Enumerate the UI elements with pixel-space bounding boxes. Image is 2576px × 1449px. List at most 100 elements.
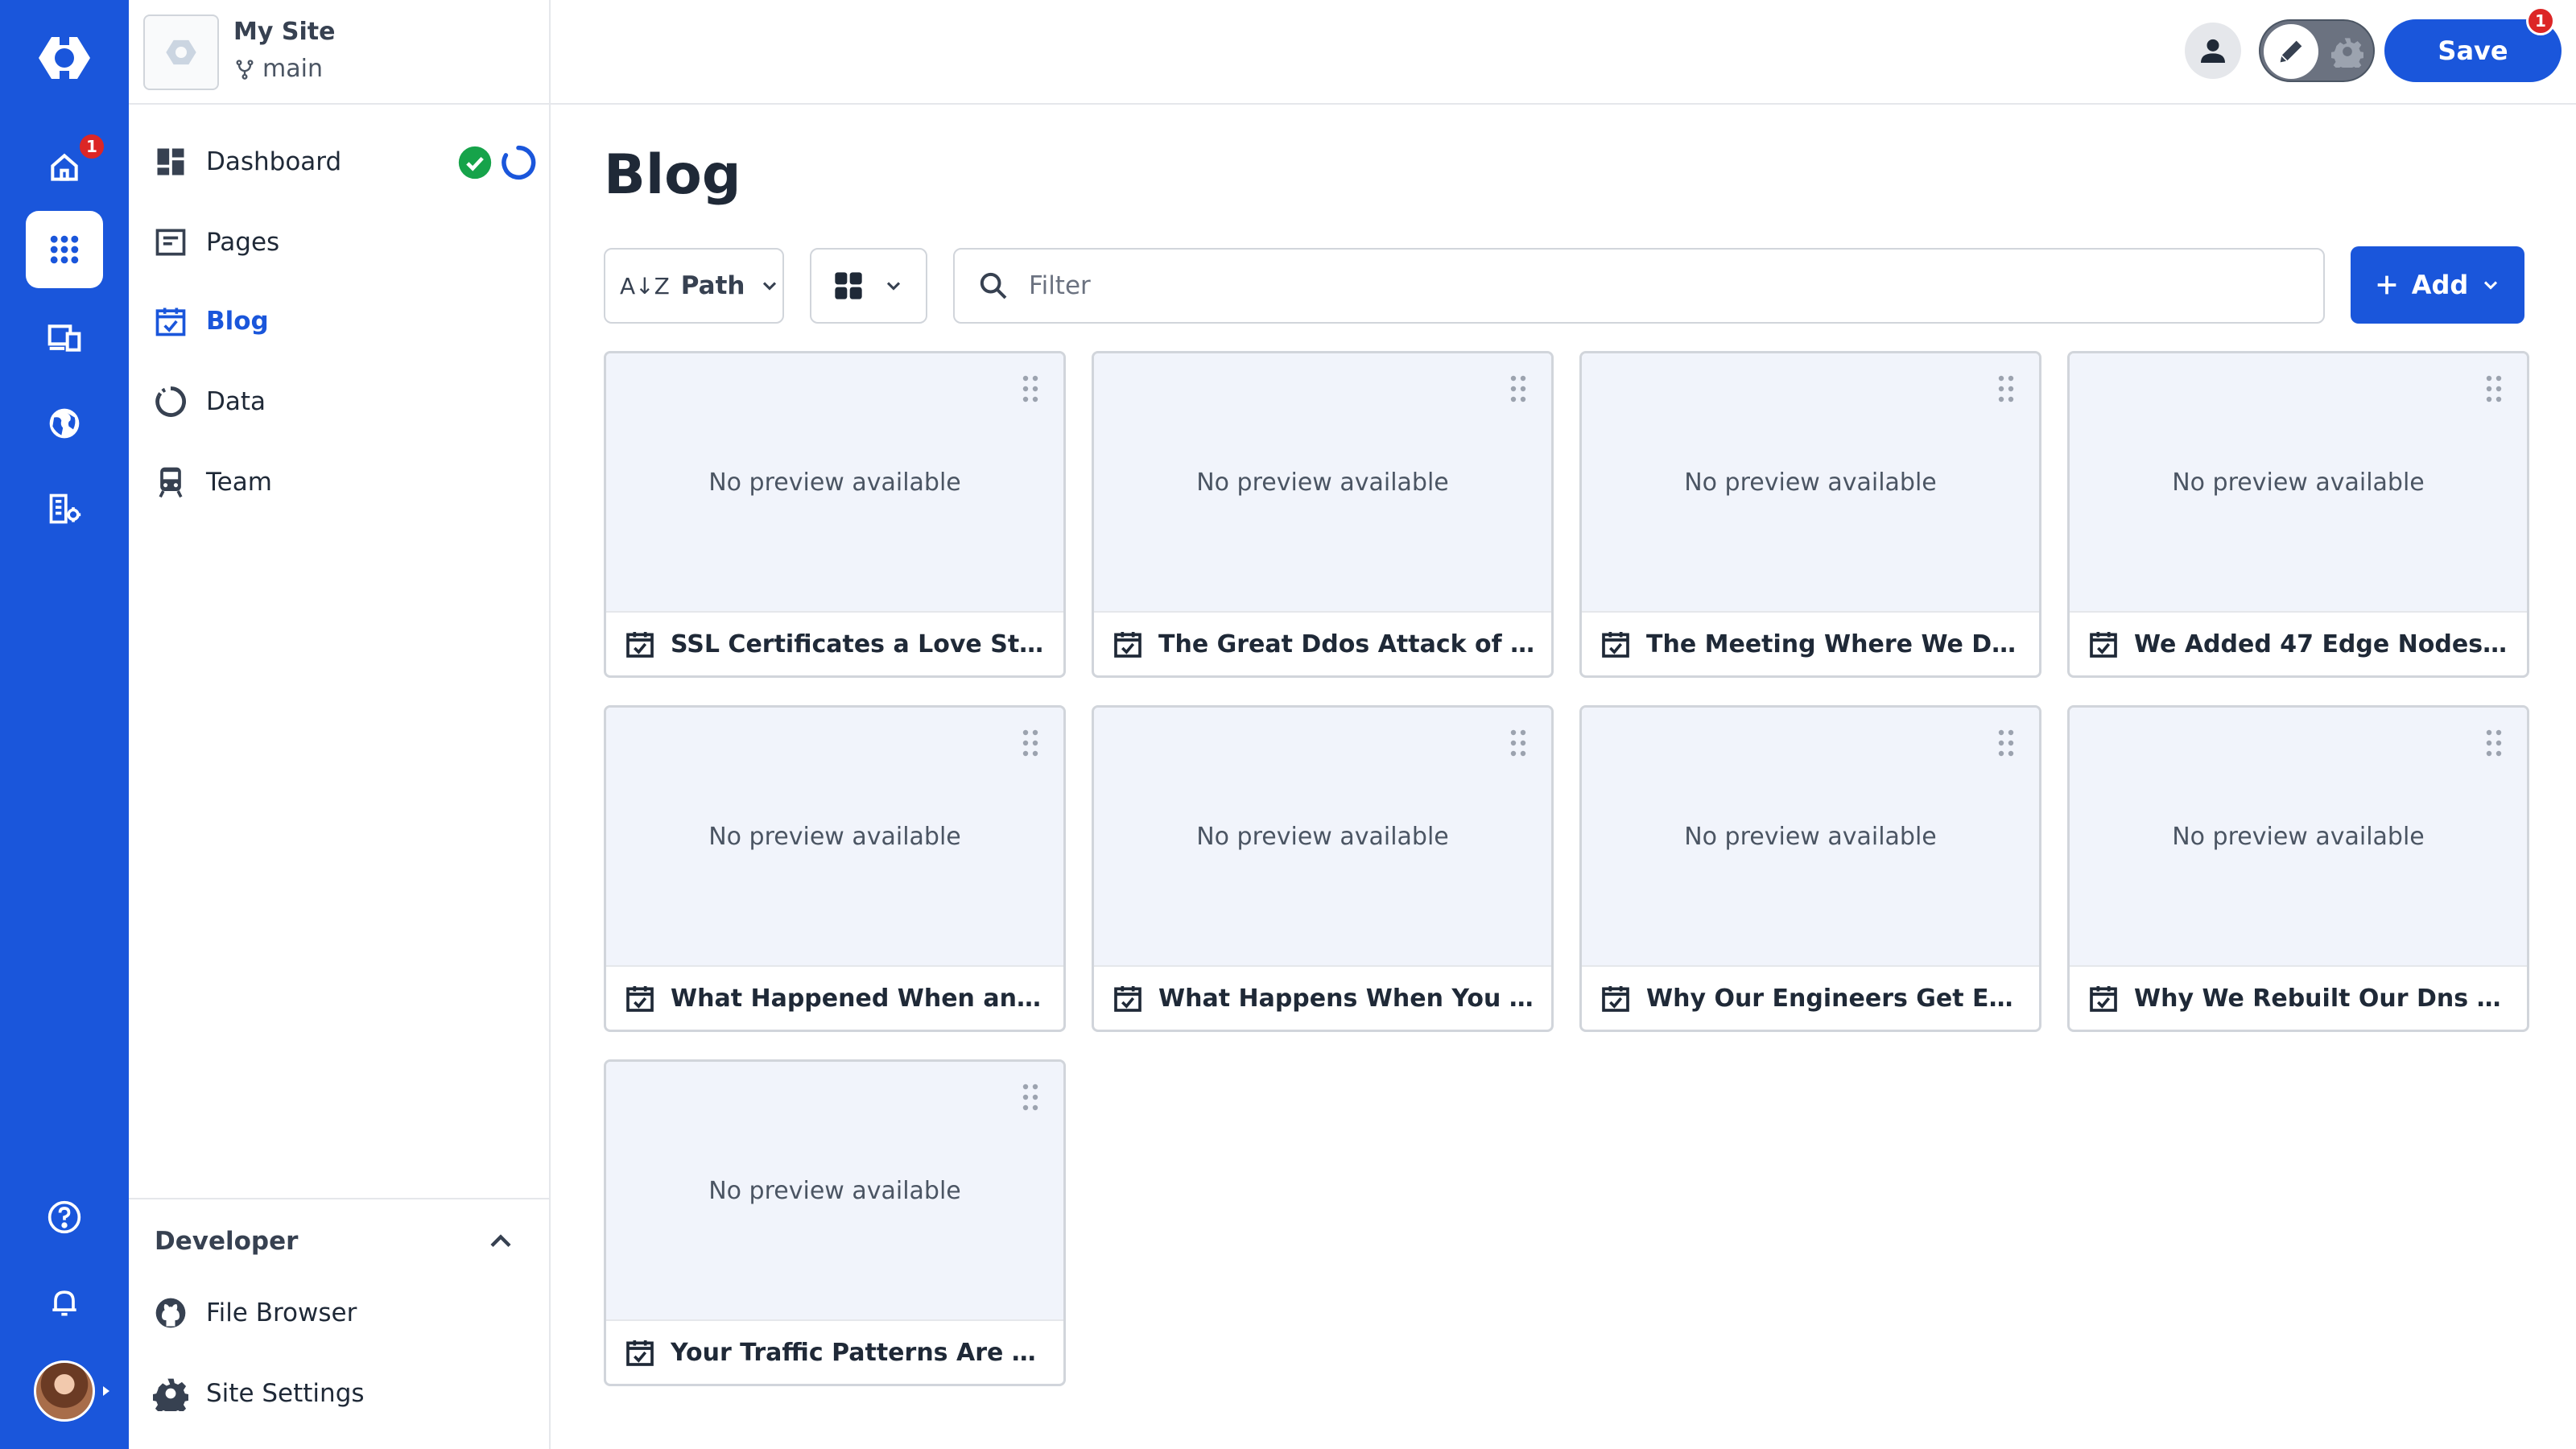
rail-help-button[interactable]	[26, 1179, 103, 1256]
sidebar-item-blog[interactable]: Blog	[153, 293, 531, 349]
user-icon	[2201, 39, 2225, 63]
view-mode-dropdown-button[interactable]	[810, 248, 927, 324]
drag-handle-icon[interactable]	[2485, 374, 2503, 403]
sidebar-item-data[interactable]: Data	[153, 374, 531, 430]
rail-home-button[interactable]: 1	[26, 129, 106, 206]
sidebar-item-label: Site Settings	[206, 1379, 365, 1408]
add-button[interactable]: Add	[2351, 246, 2524, 324]
developer-section: Developer File Browser Site Settings	[129, 1198, 551, 1411]
blog-card[interactable]: No preview available Why We Rebuilt Our D…	[2067, 705, 2529, 1032]
drag-handle-icon[interactable]	[2485, 729, 2503, 758]
divider	[129, 103, 551, 105]
card-preview: No preview available	[606, 708, 1063, 965]
preview-placeholder-text: No preview available	[2172, 468, 2425, 497]
sort-az-icon: A↓Z	[620, 272, 670, 299]
site-name: My Site	[233, 18, 336, 46]
preview-placeholder-text: No preview available	[708, 822, 961, 851]
card-footer: Your Traffic Patterns Are Mor...	[606, 1319, 1063, 1384]
blog-card[interactable]: No preview available The Meeting Where We…	[1579, 351, 2041, 678]
chevron-up-icon[interactable]	[483, 1224, 518, 1259]
card-footer: Why Our Engineers Get Excit...	[1582, 965, 2039, 1030]
preview-placeholder-text: No preview available	[2172, 822, 2425, 851]
card-title: SSL Certificates a Love Story ...	[671, 630, 1049, 658]
developer-section-title: Developer	[155, 1227, 299, 1256]
blog-card[interactable]: No preview available We Added 47 Edge Nod…	[2067, 351, 2529, 678]
card-footer: The Great Ddos Attack of Las...	[1094, 611, 1551, 675]
calendar-check-icon	[2090, 986, 2117, 1012]
pencil-icon	[2280, 40, 2302, 63]
card-preview: No preview available	[1582, 708, 2039, 965]
user-avatar[interactable]	[34, 1360, 95, 1422]
blog-card[interactable]: No preview available What Happens When Yo…	[1092, 705, 1554, 1032]
drag-handle-icon[interactable]	[1509, 374, 1527, 403]
blog-card[interactable]: No preview available Your Traffic Pattern…	[604, 1059, 1066, 1386]
header-divider	[551, 103, 2576, 105]
drag-handle-icon[interactable]	[1997, 729, 2015, 758]
card-preview: No preview available	[1094, 353, 1551, 611]
card-footer: Why We Rebuilt Our Dns Res...	[2070, 965, 2527, 1030]
sidebar-item-label: Dashboard	[206, 147, 342, 176]
sort-dropdown-button[interactable]: A↓Z Path	[604, 248, 784, 324]
site-thumbnail	[143, 14, 219, 90]
preview-placeholder-text: No preview available	[1684, 822, 1937, 851]
filter-input[interactable]	[1029, 271, 2236, 300]
sidebar: My Site main Dashboard Pages Blog Data T…	[129, 0, 551, 1449]
rail-apps-button[interactable]	[26, 211, 103, 288]
drag-handle-icon[interactable]	[1022, 729, 1039, 758]
calendar-check-icon	[626, 1340, 654, 1366]
sidebar-item-file-browser[interactable]: File Browser	[153, 1285, 531, 1341]
card-footer: SSL Certificates a Love Story ...	[606, 611, 1063, 675]
calendar-check-icon	[1602, 632, 1629, 658]
blog-card[interactable]: No preview available What Happened When a…	[604, 705, 1066, 1032]
save-notification-badge: 1	[2526, 6, 2555, 35]
app-logo-icon[interactable]	[35, 32, 93, 84]
card-preview: No preview available	[2070, 708, 2527, 965]
card-preview: No preview available	[606, 1062, 1063, 1319]
preview-placeholder-text: No preview available	[1196, 822, 1449, 851]
team-icon	[159, 467, 183, 498]
rail-devices-button[interactable]	[26, 299, 103, 377]
calendar-check-icon	[626, 986, 654, 1012]
card-footer: What Happened When an En...	[606, 965, 1063, 1030]
drag-handle-icon[interactable]	[1022, 1083, 1039, 1112]
card-title: The Great Ddos Attack of Las...	[1158, 630, 1537, 658]
branch-name: main	[262, 55, 323, 83]
calendar-check-icon	[1602, 986, 1629, 1012]
site-header[interactable]: My Site main	[143, 14, 538, 90]
rail-building-settings-button[interactable]	[26, 470, 103, 547]
blog-card[interactable]: No preview available The Great Ddos Attac…	[1092, 351, 1554, 678]
drag-handle-icon[interactable]	[1022, 374, 1039, 403]
card-title: The Meeting Where We Deci...	[1646, 630, 2025, 658]
rail-globe-button[interactable]	[26, 385, 103, 462]
site-branch: main	[233, 55, 323, 83]
drag-handle-icon[interactable]	[1997, 374, 2015, 403]
edit-mode-toggle[interactable]	[2259, 19, 2375, 82]
blog-card[interactable]: No preview available Why Our Engineers Ge…	[1579, 705, 2041, 1032]
sidebar-item-pages[interactable]: Pages	[153, 214, 531, 270]
card-title: Your Traffic Patterns Are Mor...	[671, 1338, 1049, 1367]
gear-icon	[153, 1378, 188, 1411]
filter-field[interactable]	[953, 248, 2325, 324]
sidebar-item-label: Pages	[206, 228, 280, 257]
page-title: Blog	[604, 143, 741, 207]
app-rail: 1	[0, 0, 129, 1449]
bell-icon	[52, 1290, 76, 1316]
rail-notifications-button[interactable]	[26, 1264, 103, 1341]
user-menu-button[interactable]	[2185, 23, 2241, 79]
sidebar-item-dashboard[interactable]: Dashboard	[153, 134, 536, 190]
page-icon	[155, 229, 186, 256]
sidebar-item-team[interactable]: Team	[153, 454, 531, 510]
drag-handle-icon[interactable]	[1509, 729, 1527, 758]
calendar-check-icon	[2090, 632, 2117, 658]
help-icon	[47, 1200, 81, 1234]
sidebar-item-site-settings[interactable]: Site Settings	[153, 1365, 531, 1422]
add-label: Add	[2411, 270, 2469, 300]
sidebar-item-label: File Browser	[206, 1298, 357, 1327]
grid-view-icon	[835, 272, 862, 299]
github-icon	[155, 1298, 186, 1328]
card-title: Why We Rebuilt Our Dns Res...	[2134, 984, 2512, 1013]
calendar-check-icon	[1114, 632, 1141, 658]
blog-card[interactable]: No preview available SSL Certificates a L…	[604, 351, 1066, 678]
calendar-check-icon	[155, 308, 186, 336]
preview-placeholder-text: No preview available	[708, 1176, 961, 1205]
